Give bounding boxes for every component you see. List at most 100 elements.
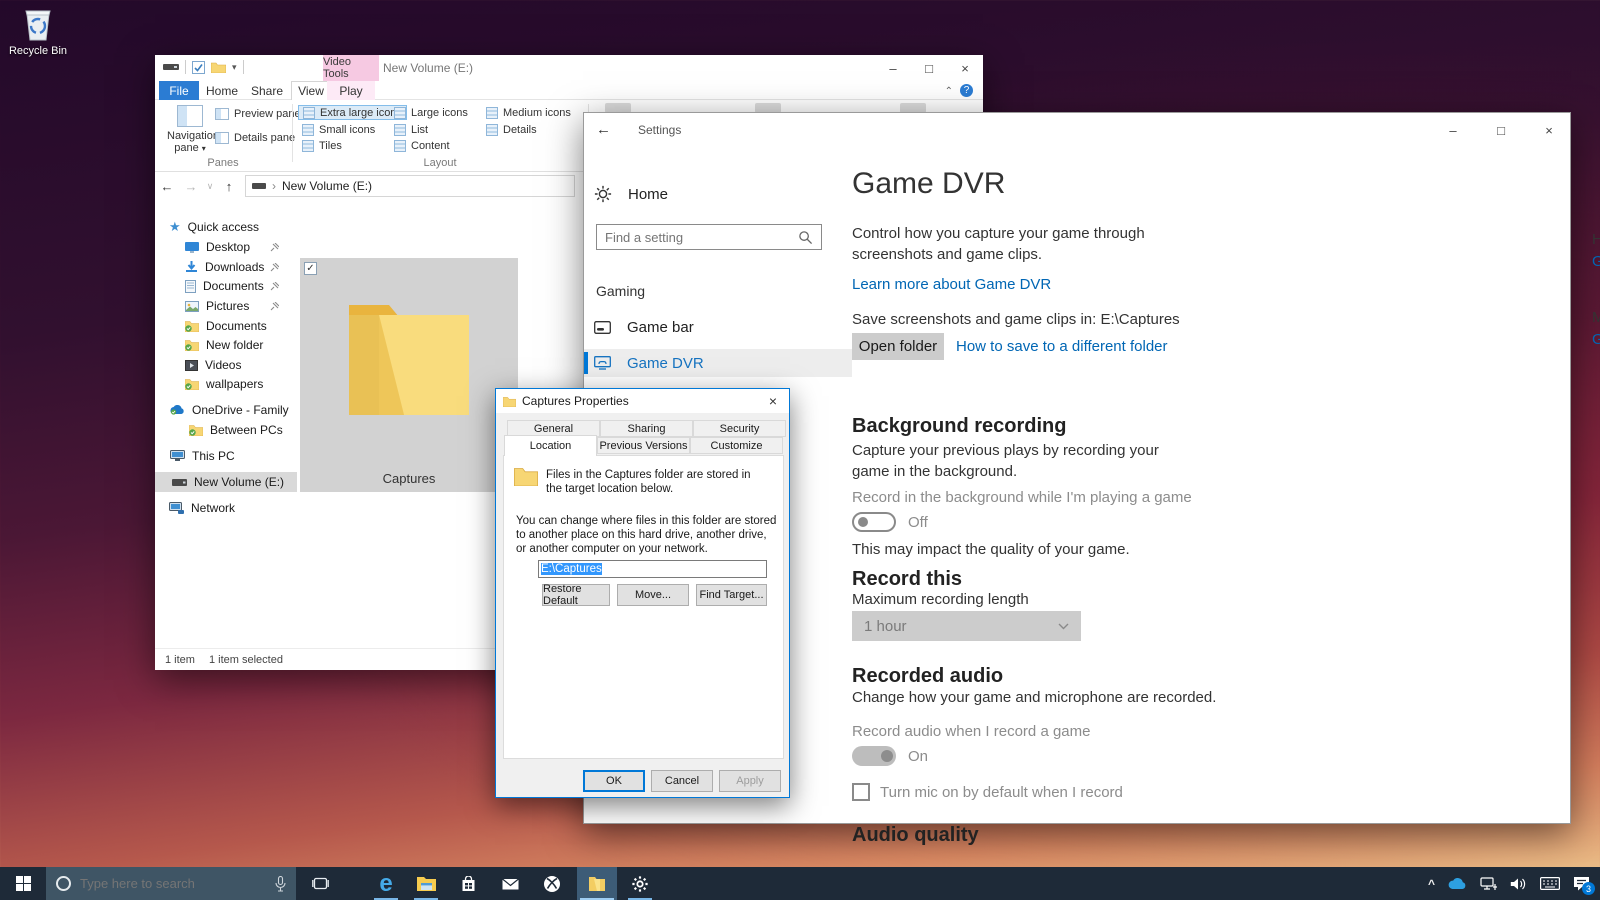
- address-bar[interactable]: › New Volume (E:): [245, 175, 575, 197]
- navigation-pane-button[interactable]: Navigation pane ▾: [167, 105, 213, 155]
- dialog-titlebar[interactable]: Captures Properties ×: [496, 389, 789, 413]
- explorer-titlebar[interactable]: ▾ Video Tools New Volume (E:) – □ ×: [155, 55, 983, 81]
- start-button[interactable]: [0, 867, 46, 900]
- tab-view[interactable]: View: [291, 81, 331, 100]
- learn-more-link[interactable]: Learn more about Game DVR: [852, 276, 1051, 293]
- search-icon[interactable]: [798, 230, 813, 245]
- layout-medium-icons[interactable]: Medium icons: [482, 105, 575, 120]
- sidebar-item-downloads[interactable]: Downloads: [155, 257, 297, 277]
- apply-button[interactable]: Apply: [719, 770, 781, 792]
- get-help-link[interactable]: Get help: [1592, 253, 1600, 270]
- sidebar-item-network[interactable]: Network: [155, 498, 297, 518]
- qat-customize-caret[interactable]: ▾: [232, 62, 237, 73]
- touch-keyboard-icon[interactable]: [1540, 877, 1560, 890]
- settings-search-input[interactable]: [597, 230, 798, 245]
- back-icon[interactable]: ←: [155, 179, 179, 194]
- settings-nav-home[interactable]: Home: [594, 185, 668, 203]
- forward-icon[interactable]: →: [179, 179, 203, 194]
- tab-customize[interactable]: Customize: [690, 437, 783, 454]
- layout-small-icons[interactable]: Small icons: [298, 122, 379, 137]
- tab-home[interactable]: Home: [201, 81, 243, 100]
- taskbar-store-button[interactable]: [448, 867, 488, 900]
- open-folder-button[interactable]: Open folder: [852, 333, 944, 360]
- taskbar-search-input[interactable]: [80, 876, 266, 891]
- dialog-close-icon[interactable]: ×: [757, 389, 789, 413]
- taskbar-xbox-button[interactable]: [532, 867, 572, 900]
- settings-back-icon[interactable]: ←: [596, 121, 611, 138]
- help-icon[interactable]: ?: [960, 84, 973, 97]
- sidebar-item-documents-synced[interactable]: Documents: [155, 316, 297, 336]
- explorer-maximize-button[interactable]: □: [911, 55, 947, 81]
- sidebar-item-pictures[interactable]: Pictures: [155, 296, 297, 316]
- different-folder-link[interactable]: How to save to a different folder: [956, 338, 1168, 355]
- ok-button[interactable]: OK: [583, 770, 645, 792]
- find-target-button[interactable]: Find Target...: [696, 584, 767, 606]
- explorer-minimize-button[interactable]: –: [875, 55, 911, 81]
- taskbar-search-box[interactable]: [46, 867, 296, 900]
- tab-share[interactable]: Share: [245, 81, 289, 100]
- mic-default-checkbox-row[interactable]: Turn mic on by default when I record: [852, 783, 1123, 801]
- sidebar-item-wallpapers[interactable]: wallpapers: [155, 374, 297, 394]
- layout-large-icons[interactable]: Large icons: [390, 105, 472, 120]
- tab-previous-versions[interactable]: Previous Versions: [597, 437, 690, 454]
- cancel-button[interactable]: Cancel: [651, 770, 713, 792]
- tab-sharing[interactable]: Sharing: [600, 420, 693, 437]
- restore-default-button[interactable]: Restore Default: [542, 584, 610, 606]
- video-tools-contextual-tab[interactable]: Video Tools: [323, 55, 379, 81]
- onedrive-tray-icon[interactable]: [1448, 878, 1467, 890]
- taskbar-captures-folder-button[interactable]: [577, 867, 617, 900]
- checkbox[interactable]: [852, 783, 870, 801]
- give-us-feedback-link[interactable]: Give us feedback: [1592, 331, 1600, 348]
- settings-search-box[interactable]: [596, 224, 822, 250]
- sidebar-item-new-folder[interactable]: New folder: [155, 335, 297, 355]
- microphone-icon[interactable]: [275, 876, 286, 892]
- settings-minimize-button[interactable]: –: [1438, 117, 1468, 143]
- preview-pane-button[interactable]: Preview pane: [215, 108, 301, 120]
- settings-close-button[interactable]: ×: [1534, 117, 1564, 143]
- sidebar-item-videos[interactable]: Videos: [155, 355, 297, 375]
- target-path-input[interactable]: E:\Captures: [538, 560, 767, 578]
- up-icon[interactable]: ↑: [217, 179, 241, 194]
- settings-nav-game-bar[interactable]: Game bar: [584, 313, 852, 341]
- sidebar-item-desktop[interactable]: Desktop: [155, 237, 297, 257]
- layout-content[interactable]: Content: [390, 138, 454, 153]
- tab-location[interactable]: Location: [504, 435, 597, 456]
- network-tray-icon[interactable]: [1480, 877, 1497, 891]
- recycle-bin-shortcut[interactable]: Recycle Bin: [8, 6, 68, 57]
- tray-chevron-up-icon[interactable]: ^: [1428, 877, 1435, 891]
- move-button[interactable]: Move...: [617, 584, 689, 606]
- new-folder-qat-icon[interactable]: [211, 61, 226, 73]
- ribbon-collapse-chevron[interactable]: ⌃: [945, 86, 953, 97]
- max-recording-length-dropdown[interactable]: 1 hour: [852, 611, 1081, 641]
- recent-locations-caret[interactable]: ∨: [203, 181, 217, 192]
- properties-qat-icon[interactable]: [192, 61, 205, 74]
- sidebar-item-new-volume-e[interactable]: New Volume (E:): [155, 472, 297, 492]
- taskbar-mail-button[interactable]: [490, 867, 530, 900]
- explorer-close-button[interactable]: ×: [947, 55, 983, 81]
- taskbar-file-explorer-button[interactable]: [406, 867, 446, 900]
- settings-nav-game-dvr[interactable]: Game DVR: [584, 349, 852, 377]
- tab-security[interactable]: Security: [693, 420, 786, 437]
- volume-icon[interactable]: [1510, 877, 1527, 891]
- tab-play[interactable]: Play: [327, 81, 375, 100]
- settings-maximize-button[interactable]: □: [1486, 117, 1516, 143]
- captures-folder-item[interactable]: ✓ Captures: [300, 258, 518, 492]
- layout-tiles[interactable]: Tiles: [298, 138, 346, 153]
- sidebar-item-documents[interactable]: Documents: [155, 276, 297, 296]
- tab-file[interactable]: File: [159, 81, 199, 100]
- record-audio-toggle[interactable]: [852, 746, 896, 766]
- taskbar-edge-button[interactable]: e: [366, 867, 406, 900]
- sidebar-item-quick-access[interactable]: ★ Quick access: [155, 217, 297, 237]
- taskbar-settings-button[interactable]: [620, 867, 660, 900]
- task-view-button[interactable]: [300, 867, 340, 900]
- details-pane-button[interactable]: Details pane: [215, 132, 295, 144]
- action-center-button[interactable]: 3: [1573, 876, 1590, 891]
- layout-details[interactable]: Details: [482, 122, 541, 137]
- sidebar-item-this-pc[interactable]: This PC: [155, 446, 297, 466]
- item-checkbox[interactable]: ✓: [304, 262, 317, 275]
- background-recording-toggle[interactable]: [852, 512, 896, 532]
- sidebar-item-onedrive[interactable]: OneDrive - Family: [155, 400, 297, 420]
- layout-list[interactable]: List: [390, 122, 432, 137]
- sidebar-item-between-pcs[interactable]: Between PCs: [155, 420, 297, 440]
- breadcrumb[interactable]: New Volume (E:): [282, 179, 372, 193]
